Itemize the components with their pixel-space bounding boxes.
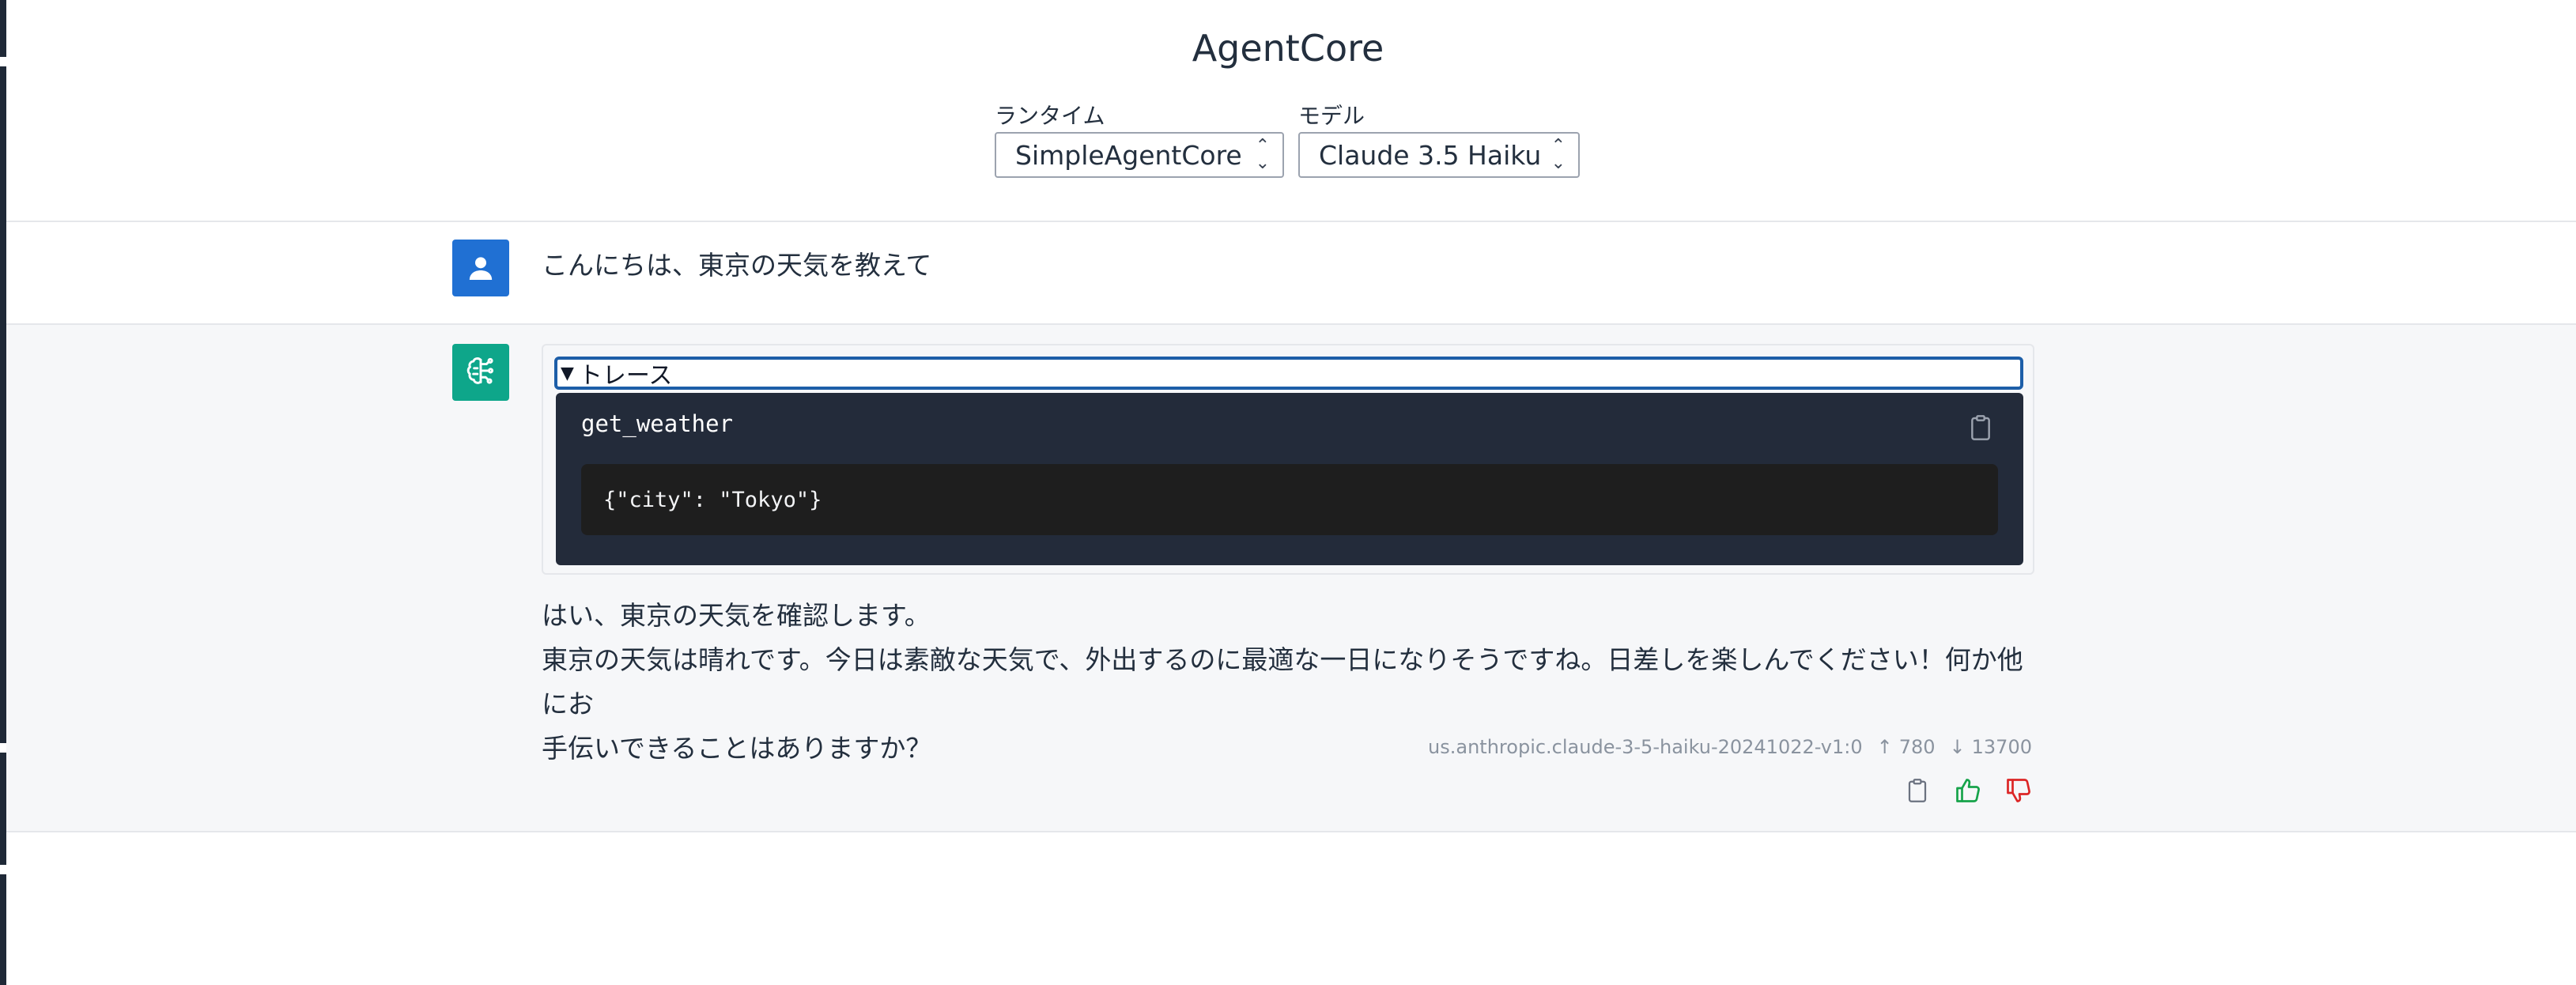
user-message-row: こんにちは、東京の天気を教えて xyxy=(6,222,2576,323)
thumbs-down-icon xyxy=(2007,779,2030,802)
like-button[interactable] xyxy=(1951,774,1985,807)
output-token-count: 13700 xyxy=(1971,736,2032,758)
left-sidebar-edge xyxy=(0,0,6,985)
message-metadata: us.anthropic.claude-3-5-haiku-20241022-v… xyxy=(1428,736,2032,758)
tool-input-code: {"city": "Tokyo"} xyxy=(581,464,1998,535)
assistant-message-row: ▼ トレース get_weather {"city": "Tokyo"} はい、… xyxy=(6,325,2576,831)
clipboard-icon xyxy=(1908,779,1927,802)
thumbs-up-icon xyxy=(1956,779,1980,802)
sidebar-gap xyxy=(0,743,6,753)
input-token-count: 780 xyxy=(1898,736,1936,758)
copy-tool-button[interactable] xyxy=(1966,412,1995,443)
arrow-up-icon: ↑ xyxy=(1876,736,1893,758)
tool-call-block: get_weather {"city": "Tokyo"} xyxy=(556,393,2023,565)
user-message-text: こんにちは、東京の天気を教えて xyxy=(542,250,932,281)
runtime-select-value: SimpleAgentCore xyxy=(1015,139,1242,171)
runtime-select-group: ランタイム SimpleAgentCore ⌃ ⌄ xyxy=(995,105,1284,178)
brain-circuit-icon xyxy=(466,357,494,384)
chevron-up-down-icon: ⌃ ⌄ xyxy=(1551,136,1566,173)
assistant-avatar xyxy=(452,344,509,401)
user-icon xyxy=(469,257,493,280)
answer-line: 東京の天気は晴れです。今日は素敵な天気で、外出するのに最適な一日になりそうですね… xyxy=(542,644,2023,719)
runtime-label: ランタイム xyxy=(995,103,1105,129)
model-select-group: モデル Claude 3.5 Haiku ⌃ ⌄ xyxy=(1298,105,1580,178)
chevron-up-down-icon: ⌃ ⌄ xyxy=(1255,136,1270,173)
model-select-value: Claude 3.5 Haiku xyxy=(1319,139,1542,171)
model-label: モデル xyxy=(1298,103,1365,129)
model-id: us.anthropic.claude-3-5-haiku-20241022-v… xyxy=(1428,736,1863,758)
sidebar-gap xyxy=(0,865,6,874)
trace-label: トレース xyxy=(578,362,673,390)
runtime-select[interactable]: SimpleAgentCore ⌃ ⌄ xyxy=(995,132,1284,178)
model-select[interactable]: Claude 3.5 Haiku ⌃ ⌄ xyxy=(1298,132,1580,178)
trace-toggle[interactable]: ▼ トレース xyxy=(554,357,2023,390)
dislike-button[interactable] xyxy=(2002,774,2035,807)
trace-panel: ▼ トレース get_weather {"city": "Tokyo"} xyxy=(542,344,2034,575)
answer-line: はい、東京の天気を確認します。 xyxy=(542,600,931,631)
divider xyxy=(6,831,2576,832)
user-avatar xyxy=(452,240,509,296)
tool-name: get_weather xyxy=(581,410,734,437)
arrow-down-icon: ↓ xyxy=(1949,736,1966,758)
clipboard-icon xyxy=(1971,415,1990,440)
message-actions xyxy=(1901,774,2035,807)
copy-message-button[interactable] xyxy=(1901,774,1934,807)
page-title: AgentCore xyxy=(1192,27,1384,70)
caret-down-icon: ▼ xyxy=(561,363,574,383)
